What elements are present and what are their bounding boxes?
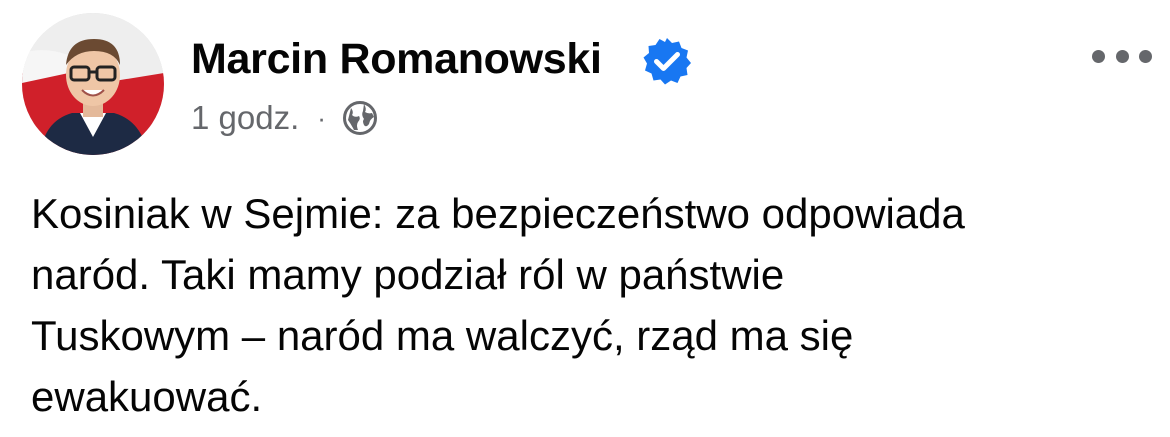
facebook-post: Marcin Romanowski 1 godz. · Kosiniak w S… — [0, 0, 1170, 437]
globe-icon[interactable] — [342, 100, 378, 136]
more-dot — [1139, 49, 1152, 63]
post-meta: 1 godz. · — [191, 96, 378, 140]
post-timestamp[interactable]: 1 godz. — [191, 99, 299, 137]
more-options-button[interactable] — [1092, 41, 1152, 71]
meta-separator: · — [317, 103, 326, 133]
profile-photo-icon — [22, 13, 164, 155]
author-avatar[interactable] — [22, 13, 164, 155]
more-dot — [1092, 49, 1105, 63]
more-dot — [1115, 49, 1129, 63]
post-body-text: Kosiniak w Sejmie: za bezpieczeństwo odp… — [31, 190, 965, 420]
verified-badge-icon — [643, 38, 691, 85]
author-name[interactable]: Marcin Romanowski — [191, 33, 602, 85]
